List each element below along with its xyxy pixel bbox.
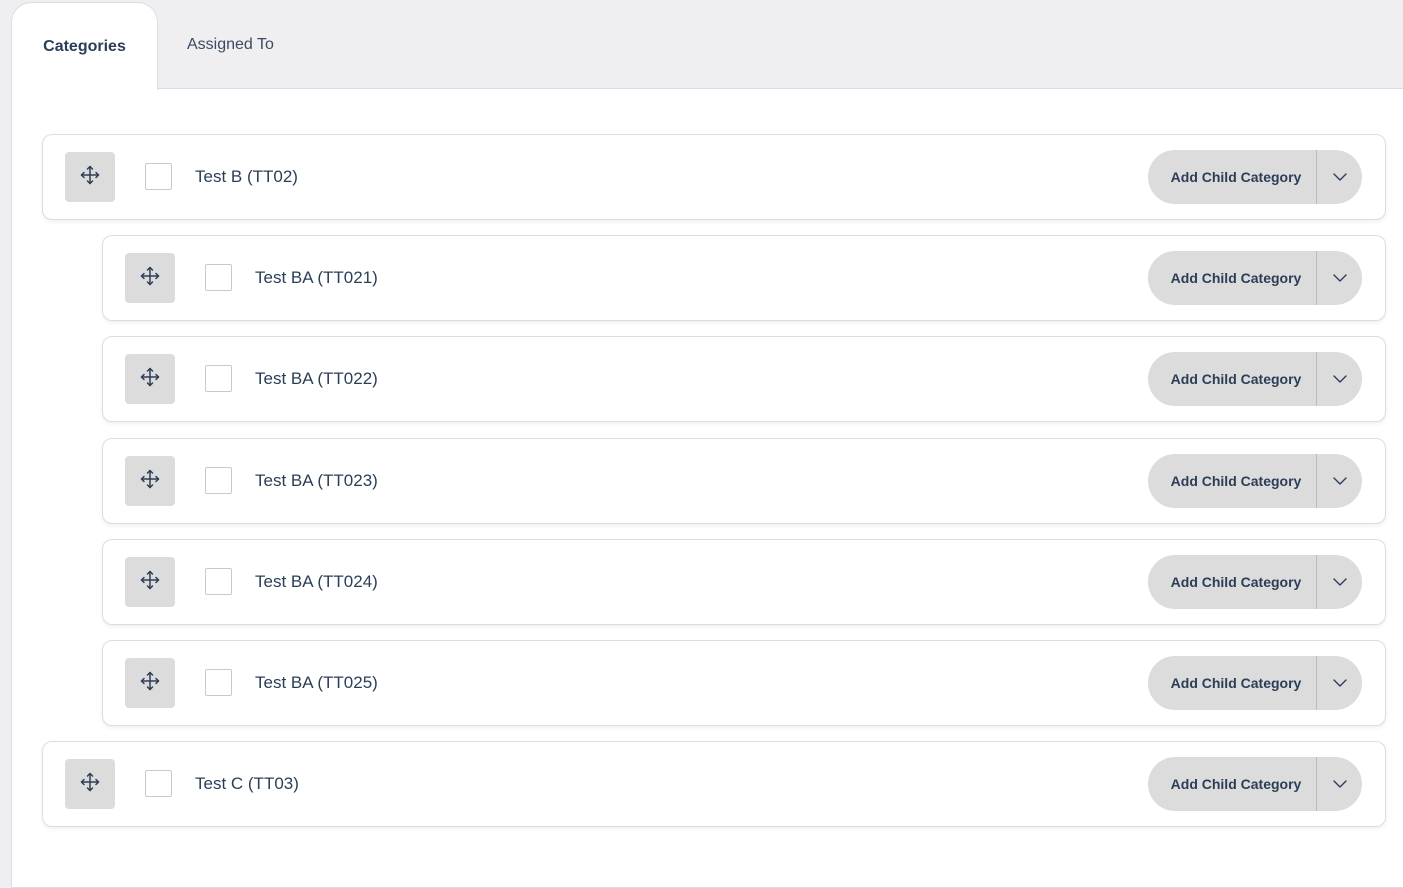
add-child-dropdown-toggle[interactable] [1317, 757, 1362, 811]
add-child-category-button[interactable]: Add Child Category [1148, 656, 1317, 710]
add-child-dropdown-toggle[interactable] [1317, 150, 1362, 204]
add-child-category-button[interactable]: Add Child Category [1148, 454, 1317, 508]
add-child-dropdown-toggle[interactable] [1317, 352, 1362, 406]
add-child-dropdown-toggle[interactable] [1317, 454, 1362, 508]
tab-assigned-to[interactable]: Assigned To [187, 0, 274, 89]
move-icon [140, 266, 160, 291]
category-label: Test BA (TT023) [255, 471, 378, 490]
category-row-6: Test BA (TT025) Add Child Category [102, 640, 1386, 726]
tab-bar: Categories Assigned To [0, 0, 1403, 90]
add-child-split-button: Add Child Category [1148, 251, 1362, 305]
chevron-down-icon [1332, 472, 1347, 490]
move-icon [140, 671, 160, 696]
chevron-down-icon [1332, 269, 1347, 287]
move-icon [140, 469, 160, 494]
move-icon [140, 570, 160, 595]
add-child-category-button[interactable]: Add Child Category [1148, 251, 1317, 305]
chevron-down-icon [1332, 775, 1347, 793]
category-label: Test B (TT02) [195, 167, 298, 186]
drag-handle[interactable] [125, 456, 175, 506]
add-child-category-button[interactable]: Add Child Category [1148, 757, 1317, 811]
category-row-7: Test C (TT03) Add Child Category [42, 741, 1386, 827]
add-child-split-button: Add Child Category [1148, 656, 1362, 710]
drag-handle[interactable] [125, 354, 175, 404]
drag-handle[interactable] [65, 152, 115, 202]
category-checkbox[interactable] [205, 264, 232, 291]
add-child-dropdown-toggle[interactable] [1317, 555, 1362, 609]
add-child-split-button: Add Child Category [1148, 757, 1362, 811]
add-child-split-button: Add Child Category [1148, 150, 1362, 204]
chevron-down-icon [1332, 168, 1347, 186]
chevron-down-icon [1332, 674, 1347, 692]
category-row-3: Test BA (TT022) Add Child Category [102, 336, 1386, 422]
category-checkbox[interactable] [205, 669, 232, 696]
category-label: Test BA (TT021) [255, 268, 378, 287]
add-child-category-button[interactable]: Add Child Category [1148, 555, 1317, 609]
add-child-category-button[interactable]: Add Child Category [1148, 352, 1317, 406]
category-row-4: Test BA (TT023) Add Child Category [102, 438, 1386, 524]
category-checkbox[interactable] [145, 770, 172, 797]
category-row-1: Test B (TT02) Add Child Category [42, 134, 1386, 220]
category-label: Test C (TT03) [195, 774, 299, 793]
drag-handle[interactable] [125, 253, 175, 303]
category-row-5: Test BA (TT024) Add Child Category [102, 539, 1386, 625]
add-child-dropdown-toggle[interactable] [1317, 656, 1362, 710]
tab-categories[interactable]: Categories [11, 2, 158, 90]
move-icon [80, 772, 100, 797]
category-checkbox[interactable] [145, 163, 172, 190]
category-label: Test BA (TT024) [255, 572, 378, 591]
add-child-split-button: Add Child Category [1148, 352, 1362, 406]
category-checkbox[interactable] [205, 568, 232, 595]
drag-handle[interactable] [65, 759, 115, 809]
add-child-category-button[interactable]: Add Child Category [1148, 150, 1317, 204]
category-checkbox[interactable] [205, 467, 232, 494]
category-label: Test BA (TT022) [255, 369, 378, 388]
category-row-2: Test BA (TT021) Add Child Category [102, 235, 1386, 321]
chevron-down-icon [1332, 370, 1347, 388]
category-label: Test BA (TT025) [255, 673, 378, 692]
drag-handle[interactable] [125, 658, 175, 708]
add-child-split-button: Add Child Category [1148, 454, 1362, 508]
add-child-dropdown-toggle[interactable] [1317, 251, 1362, 305]
chevron-down-icon [1332, 573, 1347, 591]
add-child-split-button: Add Child Category [1148, 555, 1362, 609]
move-icon [80, 165, 100, 190]
drag-handle[interactable] [125, 557, 175, 607]
category-checkbox[interactable] [205, 365, 232, 392]
move-icon [140, 367, 160, 392]
